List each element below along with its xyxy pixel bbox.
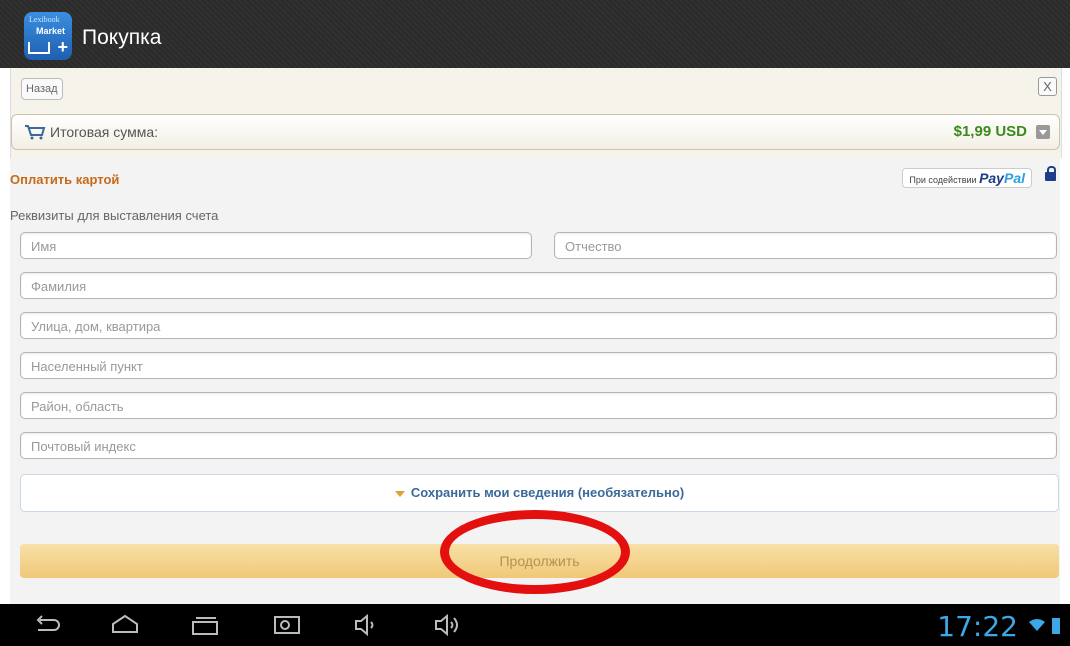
purchase-header: Назад X Итоговая сумма: $1,99 USD	[10, 68, 1062, 158]
logo-plus: +	[57, 37, 68, 57]
expand-triangle-icon	[394, 490, 405, 497]
total-summary-bar[interactable]: Итоговая сумма: $1,99 USD	[11, 114, 1060, 150]
volume-down-icon[interactable]	[352, 612, 382, 638]
back-icon[interactable]	[32, 612, 62, 638]
action-bar: Lexibook Market + Покупка	[0, 0, 1070, 68]
logo-text-market: Market	[36, 26, 66, 36]
paypal-logo: PayPal	[979, 170, 1025, 186]
system-navigation-bar: 17:22	[0, 604, 1070, 646]
logo-text-top: Lexibook	[29, 15, 60, 24]
volume-up-icon[interactable]	[432, 612, 462, 638]
expand-dropdown-icon[interactable]	[1036, 125, 1050, 139]
billing-details-label: Реквизиты для выставления счета	[10, 208, 219, 223]
city-input[interactable]: Населенный пункт	[20, 352, 1057, 379]
close-button[interactable]: X	[1038, 77, 1057, 96]
postal-code-input[interactable]: Почтовый индекс	[20, 432, 1057, 459]
total-amount: $1,99 USD	[953, 123, 1027, 140]
battery-icon	[1052, 618, 1060, 634]
highlight-circle	[440, 510, 630, 594]
home-icon[interactable]	[110, 612, 140, 638]
lock-icon	[1045, 166, 1056, 181]
paypal-brand-part-2: Pal	[1003, 170, 1025, 186]
paypal-badge: При содействии PayPal	[902, 168, 1032, 188]
status-clock: 17:22	[937, 610, 1018, 643]
paypal-prefix: При содействии	[909, 175, 977, 185]
last-name-input[interactable]: Фамилия	[20, 272, 1057, 299]
save-details-toggle[interactable]: Сохранить мои сведения (необязательно)	[20, 474, 1059, 512]
pay-with-card-title: Оплатить картой	[10, 172, 120, 187]
save-details-label: Сохранить мои сведения (необязательно)	[410, 485, 685, 500]
paypal-brand-part-1: Pay	[979, 170, 1004, 186]
lexibook-market-logo-icon[interactable]: Lexibook Market +	[24, 12, 72, 60]
total-label: Итоговая сумма:	[50, 124, 158, 140]
recent-apps-icon[interactable]	[190, 612, 220, 638]
screenshot-icon[interactable]	[272, 612, 302, 638]
middle-name-input[interactable]: Отчество	[554, 232, 1057, 259]
street-input[interactable]: Улица, дом, квартира	[20, 312, 1057, 339]
first-name-input[interactable]: Имя	[20, 232, 532, 259]
wifi-icon	[1029, 619, 1045, 631]
shopping-cart-icon	[25, 125, 46, 140]
back-button[interactable]: Назад	[21, 78, 63, 100]
region-input[interactable]: Район, область	[20, 392, 1057, 419]
logo-cart-shape	[28, 42, 50, 54]
page-title: Покупка	[82, 26, 162, 49]
